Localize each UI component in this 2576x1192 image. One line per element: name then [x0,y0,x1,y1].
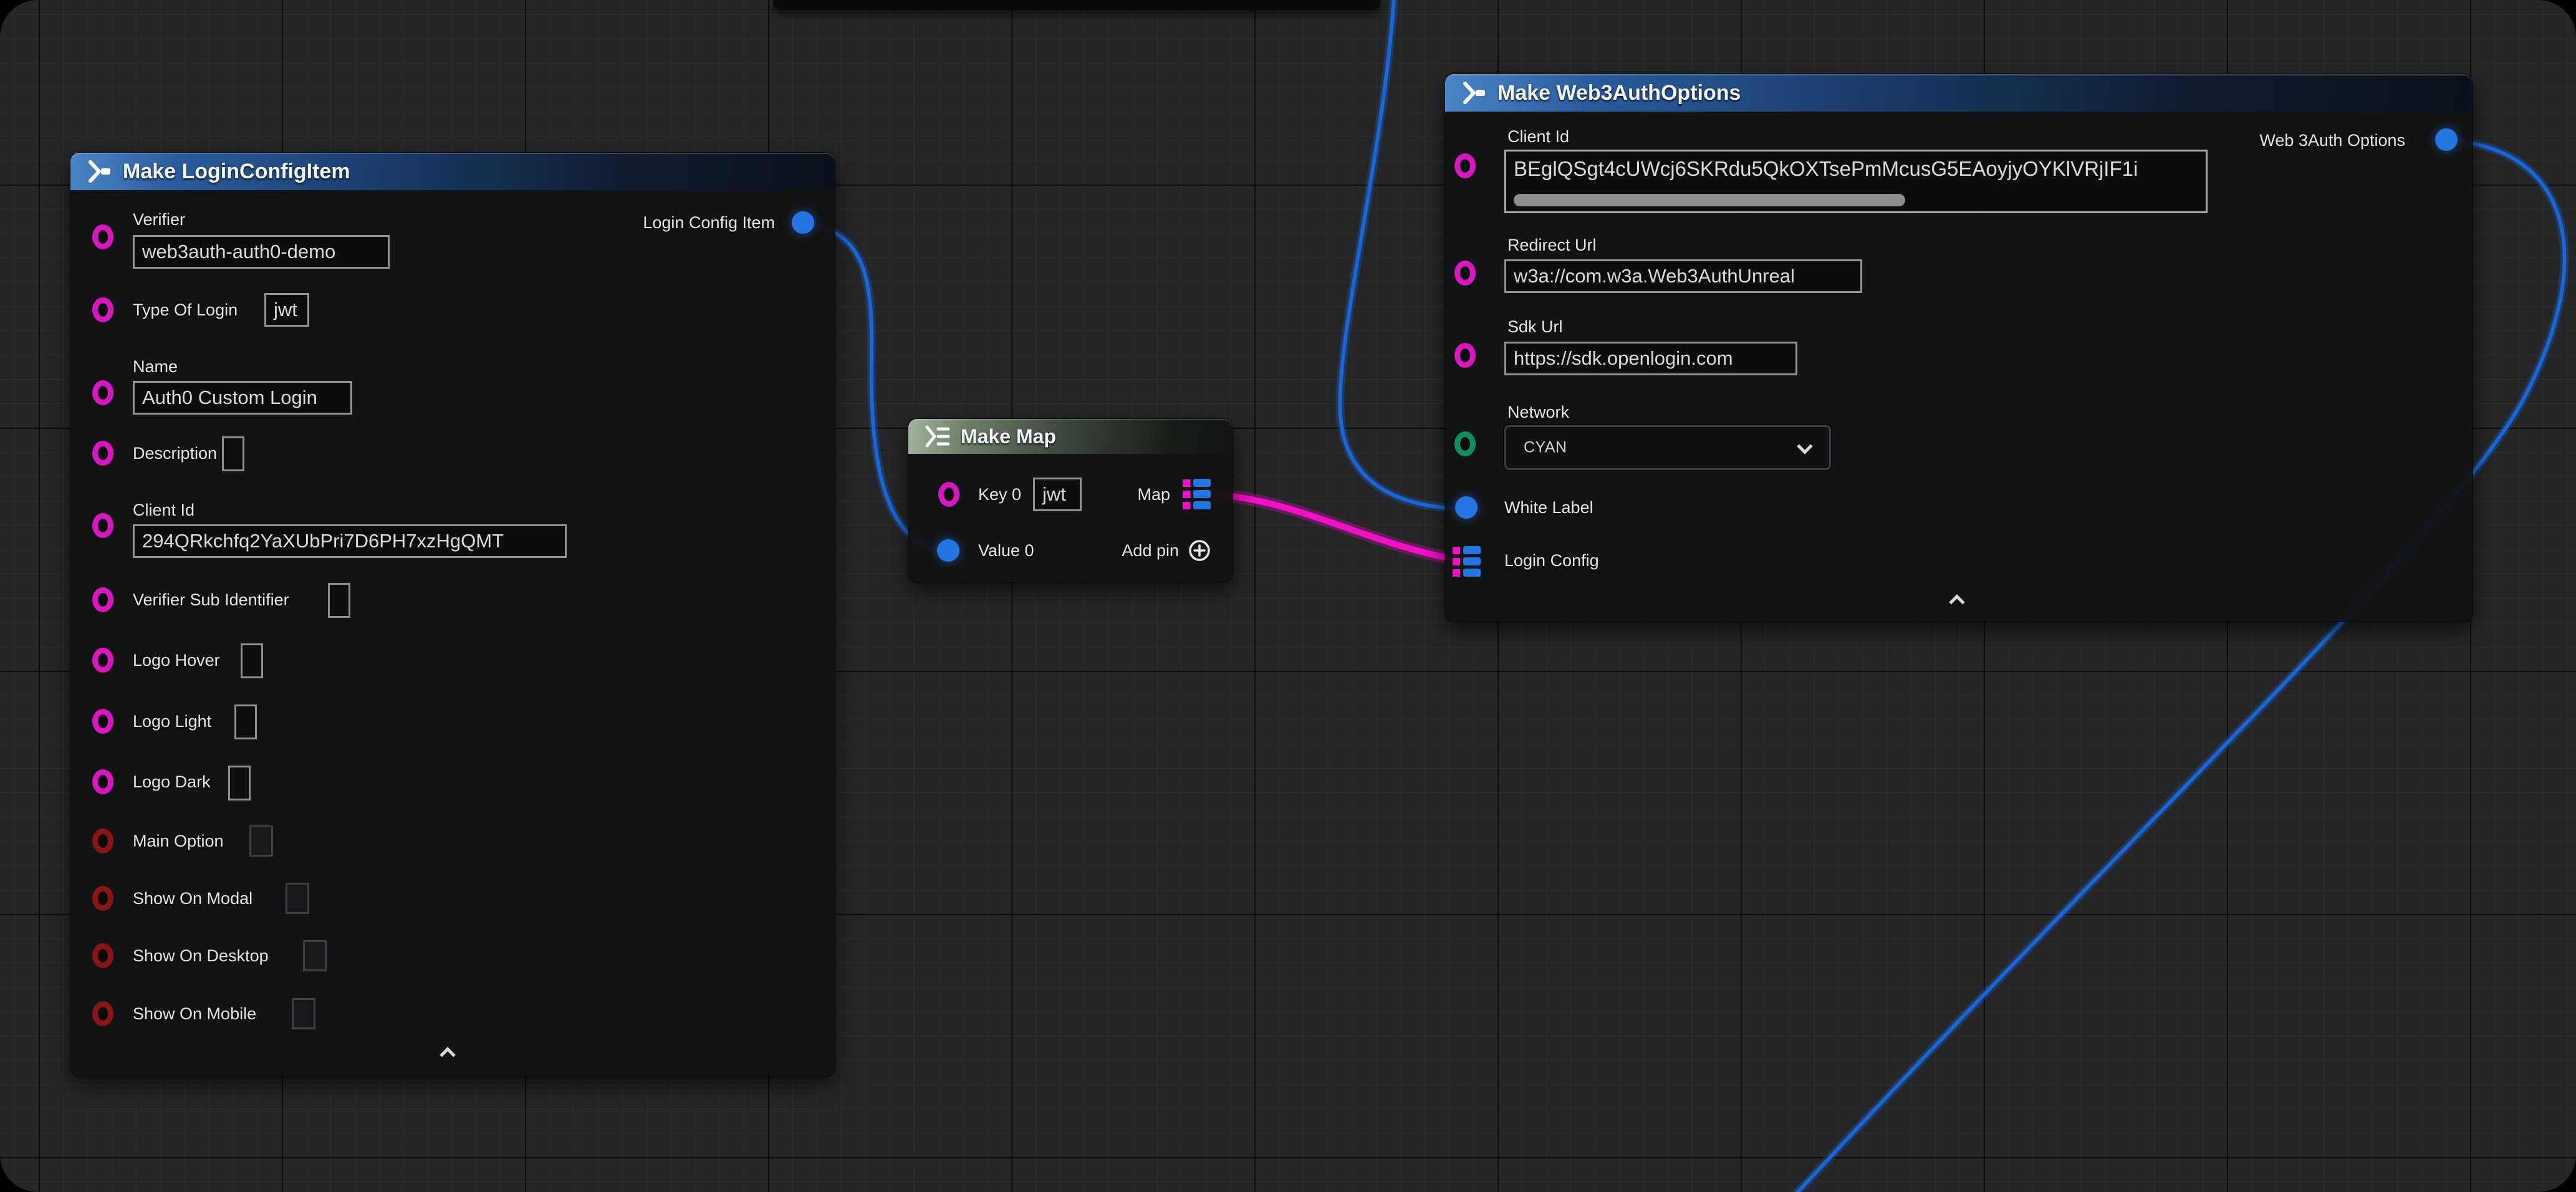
pin-label-logo-hover: Logo Hover [133,648,220,673]
bool-pin-main-option[interactable] [92,829,113,853]
add-pin-plus-icon [1188,539,1211,562]
output-pin-web3auth-options[interactable] [2435,128,2458,151]
node-header-make-loginconfigitem[interactable]: Make LoginConfigItem [70,153,835,190]
node-title: Make Map [961,425,1056,448]
node-make-loginconfigitem[interactable]: Make LoginConfigItem Login Config Item V… [70,153,835,1076]
pin-label-login-config: Login Config [1504,548,1599,573]
string-pin-logo-hover[interactable] [92,648,113,673]
string-pin-name[interactable] [92,380,113,405]
pin-label-show-on-desktop: Show On Desktop [133,943,269,968]
chevron-down-icon [1797,438,1812,454]
make-struct-icon [1459,80,1487,106]
pin-label-network: Network [1507,400,1569,425]
map-pin-login-config[interactable] [1453,546,1481,577]
client-id-input[interactable]: 294QRkchfq2YaXUbPri7D6PH7xzHgQMT [133,524,567,558]
add-pin-label: Add pin [1122,538,1179,563]
string-pin-client-id[interactable] [1454,153,1476,178]
string-pin-redirect-url[interactable] [1454,261,1476,286]
key0-input[interactable]: jwt [1033,478,1082,511]
type-of-login-input[interactable]: jwt [264,293,309,327]
object-pin-value0[interactable] [937,539,959,562]
enum-pin-network[interactable] [1454,431,1476,456]
string-pin-description[interactable] [92,441,113,466]
show-on-desktop-checkbox[interactable] [303,940,327,971]
client-id-scrollbar[interactable] [1514,194,1905,206]
blueprint-graph-canvas[interactable]: Make LoginConfigItem Login Config Item V… [0,0,2576,1192]
node-header-make-map[interactable]: Make Map [908,419,1233,454]
pin-label-main-option: Main Option [133,829,224,853]
node-make-web3authoptions[interactable]: Make Web3AuthOptions Web 3Auth Options C… [1445,74,2473,622]
verifier-sub-identifier-input[interactable] [328,583,350,618]
pin-label-sdk-url: Sdk Url [1507,314,1563,339]
collapse-node-chevron-icon[interactable] [440,1047,455,1062]
pin-label-type-of-login: Type Of Login [133,297,238,322]
add-pin-button[interactable]: Add pin [1122,538,1211,563]
output-pin-label: Web 3Auth Options [2259,128,2405,153]
client-id-input[interactable]: BEglQSgt4cUWcj6SKRdu5QkOXTsePmMcusG5EAoy… [1504,150,2208,213]
node-title: Make LoginConfigItem [123,160,350,184]
sdk-url-input[interactable]: https://sdk.openlogin.com [1504,342,1797,375]
pin-label-redirect-url: Redirect Url [1507,233,1597,257]
bool-pin-show-on-modal[interactable] [92,886,113,911]
object-pin-white-label[interactable] [1455,496,1478,519]
bool-pin-show-on-desktop[interactable] [92,943,113,968]
pin-label-verifier-sub-identifier: Verifier Sub Identifier [133,587,289,612]
client-id-value: BEglQSgt4cUWcj6SKRdu5QkOXTsePmMcusG5EAoy… [1506,151,2206,183]
logo-light-input[interactable] [234,704,257,739]
pin-label-value0: Value 0 [978,538,1034,563]
make-struct-icon [84,158,113,185]
node-make-map[interactable]: Make Map Key 0 jwt Map Value 0 Add pin [908,419,1233,582]
node-title: Make Web3AuthOptions [1497,81,1741,105]
pin-label-client-id: Client Id [1507,124,1569,149]
pin-label-logo-light: Logo Light [133,709,211,734]
description-input[interactable] [222,436,244,471]
string-pin-client-id[interactable] [92,513,113,538]
network-dropdown[interactable]: CYAN [1504,425,1831,470]
output-pin-label: Login Config Item [643,210,775,235]
wire-top-to-whitelabel-core [1340,0,1458,508]
string-pin-sdk-url[interactable] [1454,343,1476,368]
string-pin-logo-dark[interactable] [92,769,113,794]
output-pin-map[interactable] [1183,479,1211,509]
bool-pin-show-on-mobile[interactable] [92,1001,113,1026]
string-pin-verifier-sub-identifier[interactable] [92,587,113,612]
string-pin-type-of-login[interactable] [92,297,113,322]
pin-label-name: Name [133,354,178,379]
string-pin-logo-light[interactable] [92,709,113,734]
string-pin-key0[interactable] [938,482,959,507]
pin-label-verifier: Verifier [133,207,185,232]
offscreen-node-edge [773,0,1381,10]
pin-label-key0: Key 0 [978,482,1021,507]
node-header-make-web3authoptions[interactable]: Make Web3AuthOptions [1445,74,2473,112]
network-dropdown-value: CYAN [1524,439,1567,457]
pin-label-show-on-mobile: Show On Mobile [133,1001,256,1026]
pin-label-client-id: Client Id [133,497,195,522]
string-pin-verifier[interactable] [92,224,113,249]
redirect-url-input[interactable]: w3a://com.w3a.Web3AuthUnreal [1504,259,1862,293]
pin-label-description: Description [133,441,217,466]
make-map-icon [922,424,951,449]
pin-label-white-label: White Label [1504,495,1593,520]
output-pin-label-map: Map [1137,482,1170,507]
name-input[interactable]: Auth0 Custom Login [133,381,352,415]
main-option-checkbox[interactable] [249,825,273,857]
output-pin-login-config-item[interactable] [792,211,814,234]
pin-label-show-on-modal: Show On Modal [133,886,252,911]
pin-label-logo-dark: Logo Dark [133,769,211,794]
show-on-mobile-checkbox[interactable] [292,998,315,1029]
collapse-node-chevron-icon[interactable] [1949,594,1964,610]
logo-hover-input[interactable] [241,643,263,678]
show-on-modal-checkbox[interactable] [286,883,309,914]
verifier-input[interactable]: web3auth-auth0-demo [133,235,390,269]
logo-dark-input[interactable] [228,766,251,800]
